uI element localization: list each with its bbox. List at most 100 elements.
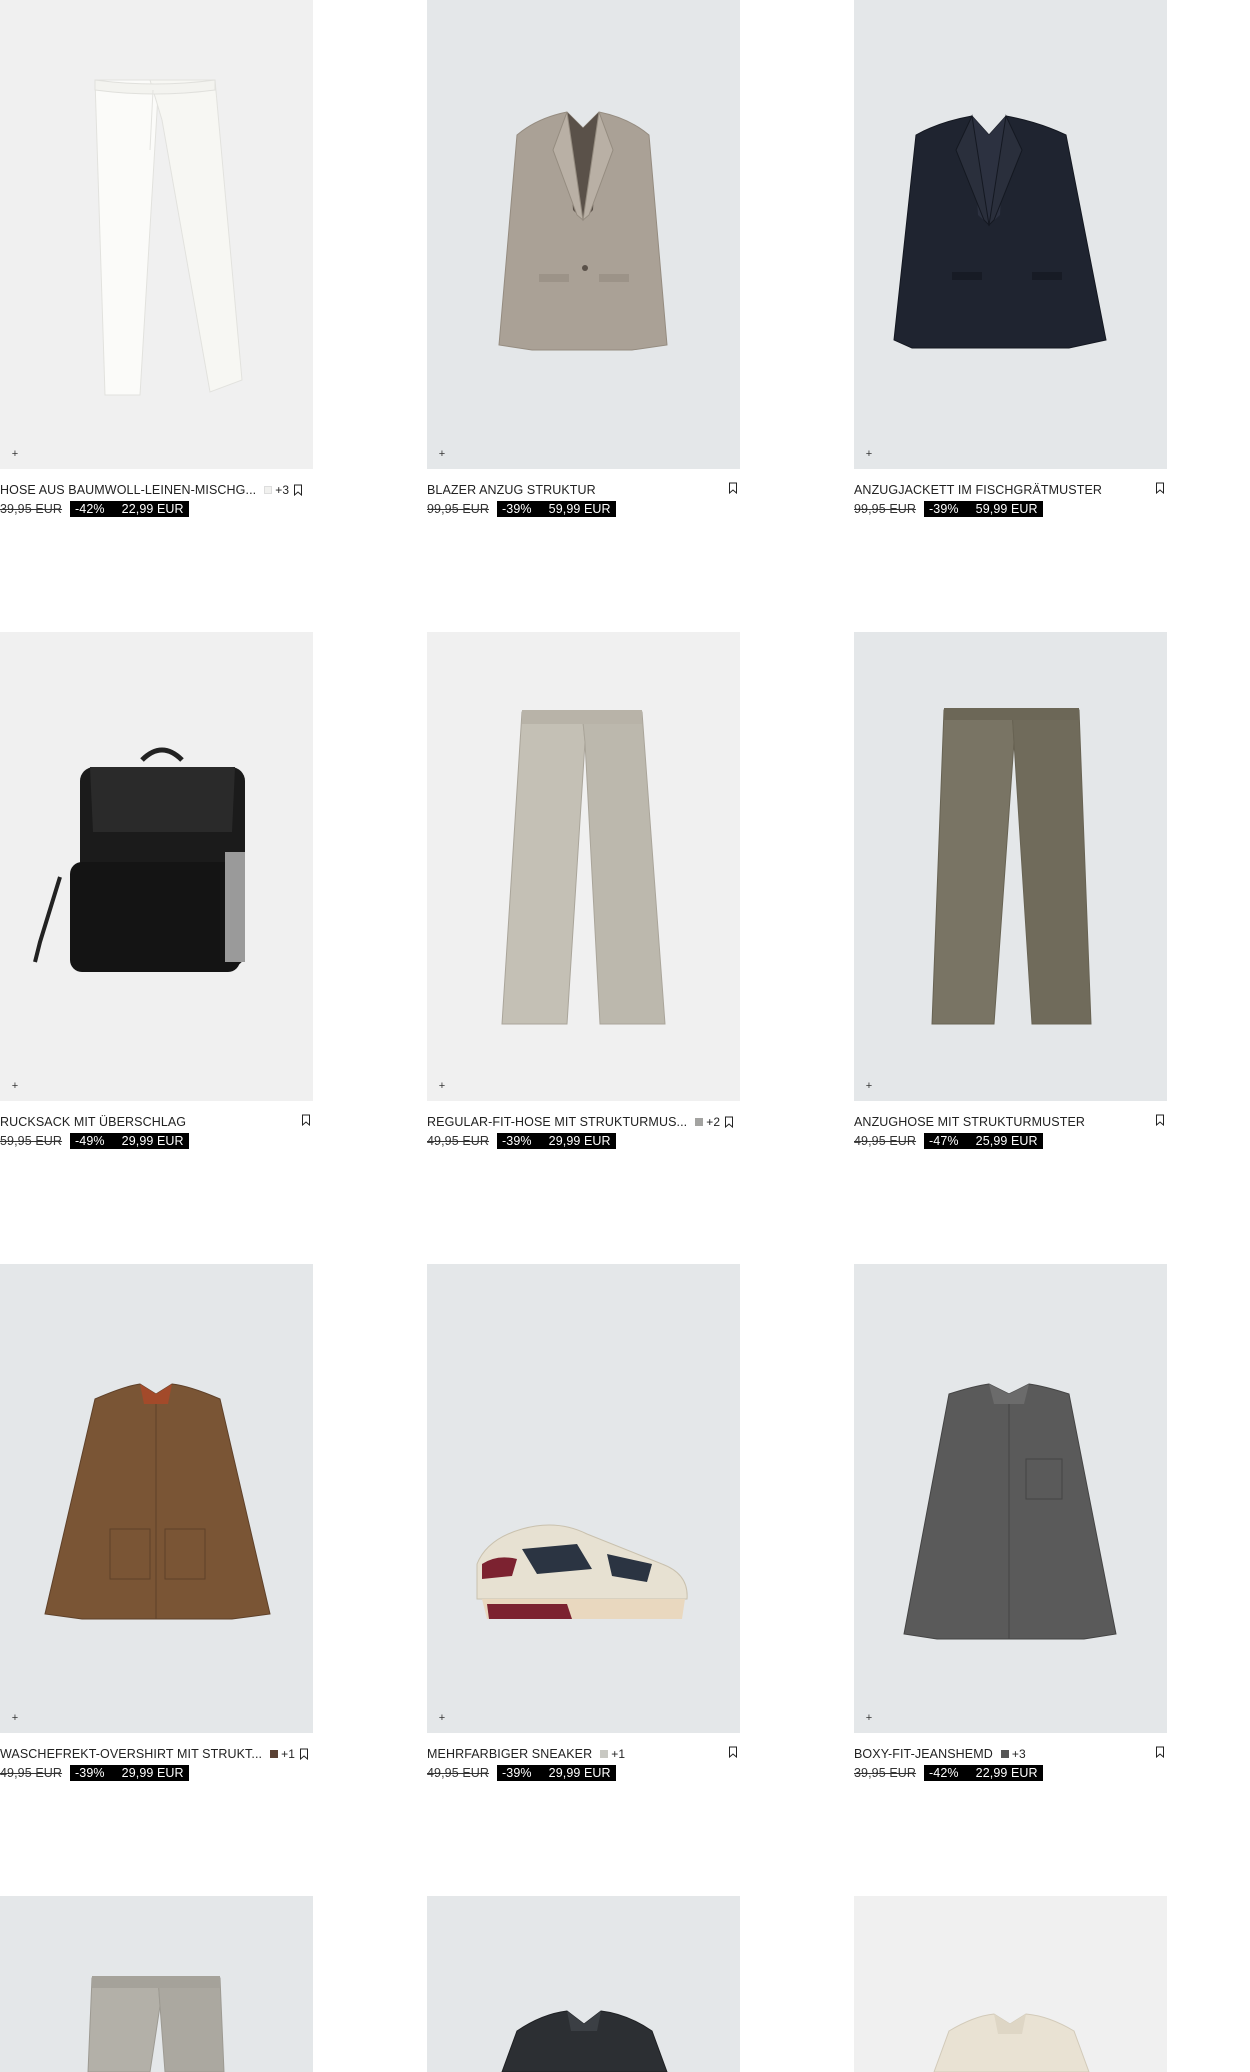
product-card[interactable] bbox=[0, 1896, 313, 2072]
product-image[interactable]: + bbox=[854, 0, 1167, 469]
jacket-image bbox=[893, 114, 1107, 349]
color-swatches[interactable]: +1 bbox=[270, 1747, 295, 1761]
old-price: 49,95 EUR bbox=[427, 1133, 490, 1148]
product-name[interactable]: MEHRFARBIGER SNEAKER bbox=[427, 1747, 592, 1761]
bookmark-icon[interactable] bbox=[299, 1748, 309, 1760]
product-card[interactable]: + WASCHEFREKT-OVERSHIRT MIT STRUKT... +1… bbox=[0, 1264, 313, 1781]
add-icon[interactable]: + bbox=[10, 1081, 20, 1092]
more-colors-count: +1 bbox=[611, 1746, 626, 1761]
color-swatches[interactable]: +3 bbox=[264, 483, 289, 497]
color-swatch[interactable] bbox=[270, 1749, 279, 1758]
sale-price: 29,99 EUR bbox=[536, 1764, 616, 1781]
color-swatch[interactable] bbox=[600, 1749, 609, 1758]
product-card[interactable]: + REGULAR-FIT-HOSE MIT STRUKTURMUS... +2… bbox=[427, 632, 740, 1149]
bookmark-icon[interactable] bbox=[1155, 1746, 1165, 1758]
product-name[interactable]: REGULAR-FIT-HOSE MIT STRUKTURMUS... bbox=[427, 1115, 687, 1129]
product-card[interactable]: + BOXY-FIT-JEANSHEMD +3 39,95 EUR -42% 2… bbox=[854, 1264, 1167, 1781]
discount-badge: -39% bbox=[70, 1764, 110, 1781]
product-image[interactable]: + bbox=[427, 632, 740, 1101]
color-swatches[interactable]: +3 bbox=[1000, 1746, 1026, 1761]
add-icon[interactable]: + bbox=[437, 449, 447, 460]
color-swatch[interactable] bbox=[264, 485, 273, 494]
add-icon[interactable]: + bbox=[864, 1081, 874, 1092]
product-image[interactable]: + bbox=[427, 0, 740, 469]
old-price: 59,95 EUR bbox=[0, 1133, 63, 1148]
backpack-image bbox=[33, 747, 245, 972]
bookmark-icon[interactable] bbox=[728, 482, 738, 494]
denim-shirt-image bbox=[903, 1383, 1117, 1640]
bookmark-icon[interactable] bbox=[293, 484, 303, 496]
sale-price: 25,99 EUR bbox=[963, 1132, 1043, 1149]
blazer-image bbox=[498, 111, 668, 351]
product-name[interactable]: ANZUGJACKETT IM FISCHGRÄTMUSTER bbox=[854, 483, 1102, 497]
trousers-image bbox=[87, 1976, 225, 2072]
product-image[interactable] bbox=[854, 1896, 1167, 2072]
product-name[interactable]: ANZUGHOSE MIT STRUKTURMUSTER bbox=[854, 1115, 1085, 1129]
product-card[interactable]: + RUCKSACK MIT ÜBERSCHLAG 59,95 EUR -49%… bbox=[0, 632, 313, 1149]
trousers-image bbox=[931, 708, 1092, 1025]
product-image[interactable]: + bbox=[427, 1264, 740, 1733]
color-swatch[interactable] bbox=[695, 1117, 704, 1126]
product-name[interactable]: BLAZER ANZUG STRUKTUR bbox=[427, 483, 596, 497]
discount-badge: -39% bbox=[497, 500, 537, 517]
more-colors-count: +3 bbox=[275, 482, 290, 497]
more-colors-count: +2 bbox=[706, 1114, 721, 1129]
sale-price: 29,99 EUR bbox=[109, 1132, 189, 1149]
color-swatches[interactable]: +1 bbox=[600, 1747, 625, 1761]
old-price: 39,95 EUR bbox=[854, 1765, 917, 1780]
product-image[interactable] bbox=[0, 1896, 313, 2072]
color-swatch[interactable] bbox=[1000, 1749, 1009, 1758]
add-icon[interactable]: + bbox=[437, 1081, 447, 1092]
more-colors-count: +3 bbox=[1011, 1746, 1026, 1761]
bookmark-icon[interactable] bbox=[1155, 1114, 1165, 1126]
discount-badge: -42% bbox=[924, 1764, 964, 1781]
product-name[interactable]: WASCHEFREKT-OVERSHIRT MIT STRUKT... bbox=[0, 1747, 262, 1761]
trousers-image bbox=[94, 79, 243, 396]
add-icon[interactable]: + bbox=[864, 449, 874, 460]
add-icon[interactable]: + bbox=[10, 1713, 20, 1724]
product-card[interactable] bbox=[427, 1896, 740, 2072]
sneaker-image bbox=[476, 1524, 688, 1619]
discount-badge: -49% bbox=[70, 1132, 110, 1149]
sale-price: 29,99 EUR bbox=[109, 1764, 189, 1781]
trousers-image bbox=[501, 710, 666, 1025]
sale-price: 22,99 EUR bbox=[109, 500, 189, 517]
bookmark-icon[interactable] bbox=[728, 1746, 738, 1758]
product-card[interactable]: + ANZUGHOSE MIT STRUKTURMUSTER 49,95 EUR… bbox=[854, 632, 1167, 1149]
add-icon[interactable]: + bbox=[10, 449, 20, 460]
discount-badge: -39% bbox=[497, 1132, 537, 1149]
old-price: 99,95 EUR bbox=[427, 501, 490, 516]
product-name[interactable]: HOSE AUS BAUMWOLL-LEINEN-MISCHG... bbox=[0, 483, 256, 497]
old-price: 99,95 EUR bbox=[854, 501, 917, 516]
discount-badge: -39% bbox=[924, 500, 964, 517]
product-image[interactable]: + bbox=[0, 0, 313, 469]
sale-price: 59,99 EUR bbox=[963, 500, 1043, 517]
product-name[interactable]: BOXY-FIT-JEANSHEMD bbox=[854, 1747, 993, 1761]
old-price: 49,95 EUR bbox=[854, 1133, 917, 1148]
discount-badge: -42% bbox=[70, 500, 110, 517]
bookmark-icon[interactable] bbox=[724, 1116, 734, 1128]
product-card[interactable]: + ANZUGJACKETT IM FISCHGRÄTMUSTER 99,95 … bbox=[854, 0, 1167, 517]
old-price: 49,95 EUR bbox=[0, 1765, 63, 1780]
product-image[interactable]: + bbox=[0, 632, 313, 1101]
overshirt-image bbox=[44, 1383, 271, 1620]
shirt-image bbox=[933, 2013, 1090, 2072]
product-image[interactable] bbox=[427, 1896, 740, 2072]
bookmark-icon[interactable] bbox=[1155, 482, 1165, 494]
add-icon[interactable]: + bbox=[437, 1713, 447, 1724]
product-name[interactable]: RUCKSACK MIT ÜBERSCHLAG bbox=[0, 1115, 186, 1129]
sale-price: 22,99 EUR bbox=[963, 1764, 1043, 1781]
product-card[interactable]: + HOSE AUS BAUMWOLL-LEINEN-MISCHG... +3 … bbox=[0, 0, 313, 517]
color-swatches[interactable]: +2 bbox=[695, 1115, 720, 1129]
jacket-image bbox=[501, 2010, 668, 2072]
product-image[interactable]: + bbox=[854, 1264, 1167, 1733]
bookmark-icon[interactable] bbox=[301, 1114, 311, 1126]
discount-badge: -47% bbox=[924, 1132, 964, 1149]
product-card[interactable]: + MEHRFARBIGER SNEAKER +1 49,95 EUR -39%… bbox=[427, 1264, 740, 1781]
product-card[interactable]: + BLAZER ANZUG STRUKTUR 99,95 EUR -39% 5… bbox=[427, 0, 740, 517]
product-image[interactable]: + bbox=[854, 632, 1167, 1101]
product-image[interactable]: + bbox=[0, 1264, 313, 1733]
add-icon[interactable]: + bbox=[864, 1713, 874, 1724]
product-card[interactable] bbox=[854, 1896, 1167, 2072]
more-colors-count: +1 bbox=[281, 1746, 295, 1761]
